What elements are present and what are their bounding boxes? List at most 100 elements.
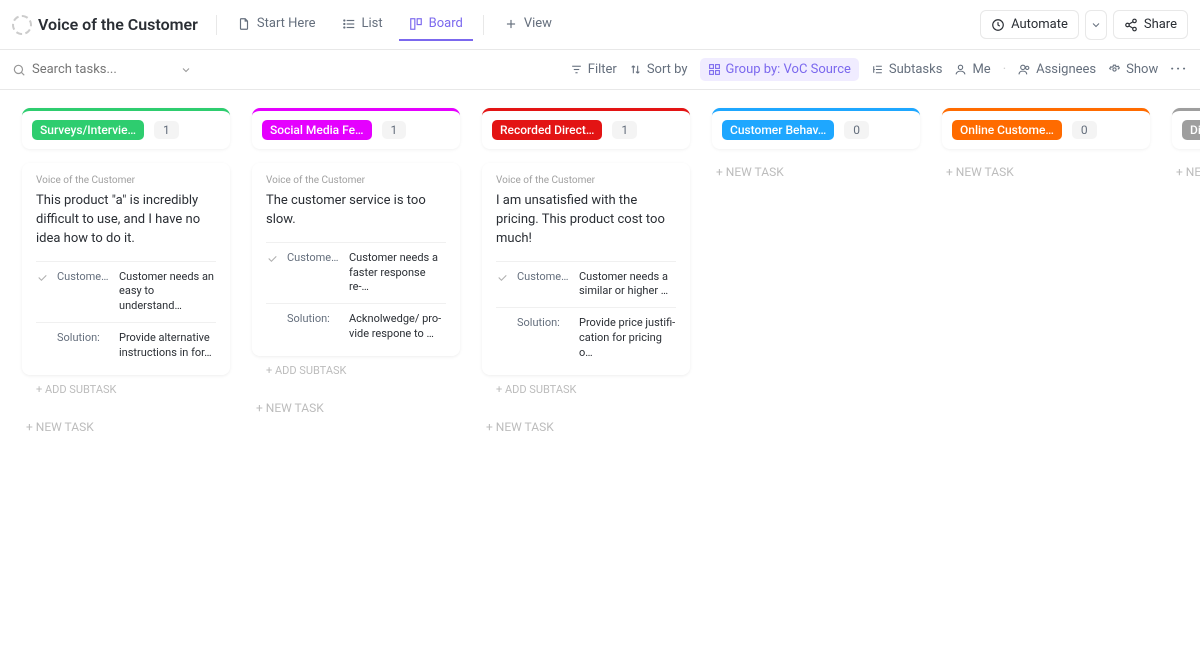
- subtask-label: Solution:: [287, 312, 341, 325]
- view-tab-label: View: [524, 16, 552, 31]
- view-tab-board[interactable]: Board: [399, 8, 473, 41]
- subtasks-button[interactable]: Subtasks: [871, 62, 943, 77]
- card-breadcrumb: Voice of the Customer: [36, 175, 216, 186]
- subtask-value: Provide price justifi-cation for pricing…: [579, 316, 676, 361]
- me-button[interactable]: Me: [954, 62, 990, 77]
- subtask-label: Customer …: [57, 270, 111, 283]
- share-button[interactable]: Share: [1113, 10, 1188, 39]
- chevron-down-icon[interactable]: [180, 64, 192, 76]
- filter-icon: [570, 63, 583, 76]
- subtask-value: Customer needs a faster response re-…: [349, 251, 446, 296]
- separator: ·: [1003, 62, 1006, 77]
- view-tab-start-here[interactable]: Start Here: [227, 8, 326, 41]
- column-count: 0: [1072, 121, 1097, 139]
- subtask-row[interactable]: Solution: Provide alternative instructio…: [36, 322, 216, 369]
- share-label: Share: [1144, 17, 1177, 32]
- view-tab-list[interactable]: List: [332, 8, 393, 41]
- chevron-down-icon: [1090, 19, 1102, 31]
- column-header[interactable]: Surveys/Intervie… 1: [22, 108, 230, 149]
- column-header[interactable]: Dir: [1172, 108, 1200, 149]
- subtask-row[interactable]: Customer … Customer needs a similar or h…: [496, 261, 676, 308]
- users-icon: [1018, 63, 1031, 76]
- column-pill: Online Custome…: [952, 120, 1062, 140]
- view-tab-add[interactable]: View: [494, 8, 562, 41]
- card-title: This product "a" is incredibly difficult…: [36, 192, 216, 249]
- column-header[interactable]: Recorded Direct… 1: [482, 108, 690, 149]
- board-icon: [409, 17, 423, 31]
- check-icon: [496, 271, 509, 284]
- add-subtask-button[interactable]: + ADD SUBTASK: [22, 375, 230, 404]
- subtask-label: Solution:: [517, 316, 571, 329]
- list-icon: [342, 17, 356, 31]
- divider: [216, 15, 217, 35]
- gear-icon: [1108, 63, 1121, 76]
- sort-icon: [629, 63, 642, 76]
- filter-button[interactable]: Filter: [570, 62, 617, 77]
- group-button[interactable]: Group by: VoC Source: [700, 58, 859, 81]
- divider: [483, 15, 484, 35]
- column-count: 0: [844, 121, 869, 139]
- automate-icon: [991, 18, 1005, 32]
- search-input[interactable]: [32, 62, 172, 77]
- card-title: I am unsatisfied with the pricing. This …: [496, 192, 676, 249]
- subtask-label: Customer …: [287, 251, 341, 264]
- subtask-row[interactable]: Customer … Customer needs an easy to und…: [36, 261, 216, 323]
- new-task-button[interactable]: + NEW TASK: [22, 404, 230, 450]
- subtask-label: Customer …: [517, 270, 571, 283]
- group-icon: [708, 63, 721, 76]
- subtask-value: Provide alternative instructions in for…: [119, 331, 216, 361]
- share-icon: [1124, 18, 1138, 32]
- column-header[interactable]: Customer Behav… 0: [712, 108, 920, 149]
- check-icon: [266, 252, 279, 265]
- add-subtask-button[interactable]: + ADD SUBTASK: [252, 356, 460, 385]
- plus-icon: [504, 17, 518, 31]
- new-task-button[interactable]: + NE: [1172, 149, 1200, 195]
- subtask-value: Customer needs a similar or higher …: [579, 270, 676, 300]
- new-task-button[interactable]: + NEW TASK: [252, 385, 460, 431]
- new-task-button[interactable]: + NEW TASK: [712, 149, 920, 195]
- assignees-button[interactable]: Assignees: [1018, 62, 1096, 77]
- doc-icon: [237, 17, 251, 31]
- view-tab-label: Start Here: [257, 16, 316, 31]
- column-pill: Recorded Direct…: [492, 120, 602, 140]
- column-header[interactable]: Online Custome… 0: [942, 108, 1150, 149]
- subtask-value: Acknolwedge/ pro-vide respone to …: [349, 312, 446, 342]
- view-tab-label: Board: [429, 16, 463, 31]
- column-pill: Dir: [1182, 120, 1200, 140]
- more-button[interactable]: ···: [1170, 62, 1188, 77]
- subtask-row[interactable]: Customer … Customer needs a faster respo…: [266, 242, 446, 304]
- automate-dropdown[interactable]: [1085, 10, 1107, 40]
- search-icon: [12, 63, 26, 77]
- add-subtask-button[interactable]: + ADD SUBTASK: [482, 375, 690, 404]
- board-container: Surveys/Intervie… 1 Voice of the Custome…: [0, 90, 1200, 468]
- column-count: 1: [154, 121, 179, 139]
- search-wrap: [12, 62, 192, 77]
- subtask-row[interactable]: Solution: Acknolwedge/ pro-vide respone …: [266, 303, 446, 350]
- subtask-label: Solution:: [57, 331, 111, 344]
- subtasks-icon: [871, 63, 884, 76]
- page-title: Voice of the Customer: [38, 15, 198, 34]
- task-card[interactable]: Voice of the Customer I am unsatisfied w…: [482, 163, 690, 375]
- column-pill: Social Media Fe…: [262, 120, 372, 140]
- automate-label: Automate: [1011, 17, 1068, 32]
- workspace-icon[interactable]: [12, 15, 32, 35]
- sort-button[interactable]: Sort by: [629, 62, 688, 77]
- check-icon: [36, 271, 49, 284]
- column-count: 1: [382, 121, 407, 139]
- new-task-button[interactable]: + NEW TASK: [942, 149, 1150, 195]
- card-title: The customer service is too slow.: [266, 192, 446, 230]
- column-pill: Customer Behav…: [722, 120, 834, 140]
- new-task-button[interactable]: + NEW TASK: [482, 404, 690, 450]
- automate-button[interactable]: Automate: [980, 10, 1079, 39]
- column-count: 1: [612, 121, 637, 139]
- show-button[interactable]: Show: [1108, 62, 1158, 77]
- view-tab-label: List: [362, 16, 383, 31]
- task-card[interactable]: Voice of the Customer This product "a" i…: [22, 163, 230, 375]
- subtask-row[interactable]: Solution: Provide price justifi-cation f…: [496, 307, 676, 369]
- column-pill: Surveys/Intervie…: [32, 120, 144, 140]
- card-breadcrumb: Voice of the Customer: [266, 175, 446, 186]
- task-card[interactable]: Voice of the Customer The customer servi…: [252, 163, 460, 356]
- subtask-value: Customer needs an easy to understand…: [119, 270, 216, 315]
- card-breadcrumb: Voice of the Customer: [496, 175, 676, 186]
- column-header[interactable]: Social Media Fe… 1: [252, 108, 460, 149]
